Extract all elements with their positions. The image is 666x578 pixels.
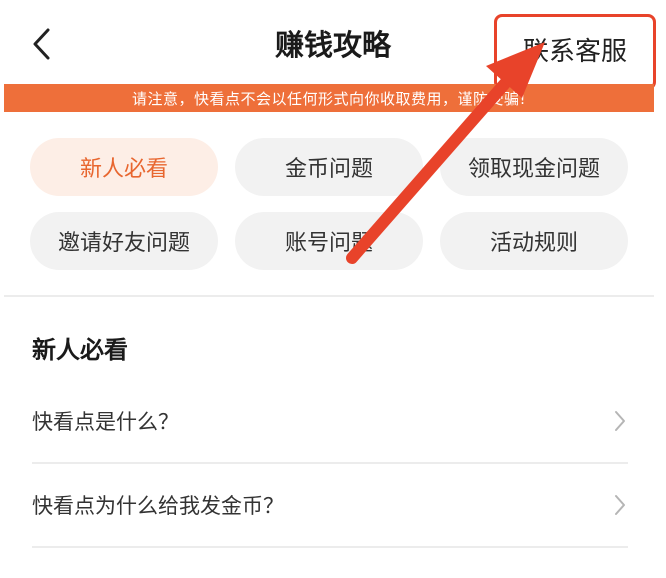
chip-cash[interactable]: 领取现金问题 (440, 138, 628, 196)
faq-item-label: 快看点是什么？ (32, 410, 179, 434)
chevron-right-icon (612, 409, 628, 433)
contact-service-button[interactable]: 联系客服 (494, 14, 656, 90)
header: 赚钱攻略 联系客服 (0, 0, 666, 90)
faq-item-label: 快看点为什么给我发金币？ (32, 494, 284, 518)
chip-newbie[interactable]: 新人必看 (30, 138, 218, 196)
chip-coins[interactable]: 金币问题 (235, 138, 423, 196)
divider (4, 295, 654, 297)
chip-account[interactable]: 账号问题 (235, 212, 423, 270)
chevron-right-icon (612, 493, 628, 517)
section-title: 新人必看 (32, 336, 128, 364)
notice-banner: 请注意，快看点不会以任何形式向你收取费用，谨防受骗! (4, 84, 654, 112)
faq-item[interactable]: 快看点是什么？ (32, 380, 628, 464)
chip-invite[interactable]: 邀请好友问题 (30, 212, 218, 270)
chip-rules[interactable]: 活动规则 (440, 212, 628, 270)
faq-item[interactable]: 快看点为什么给我发金币？ (32, 464, 628, 548)
